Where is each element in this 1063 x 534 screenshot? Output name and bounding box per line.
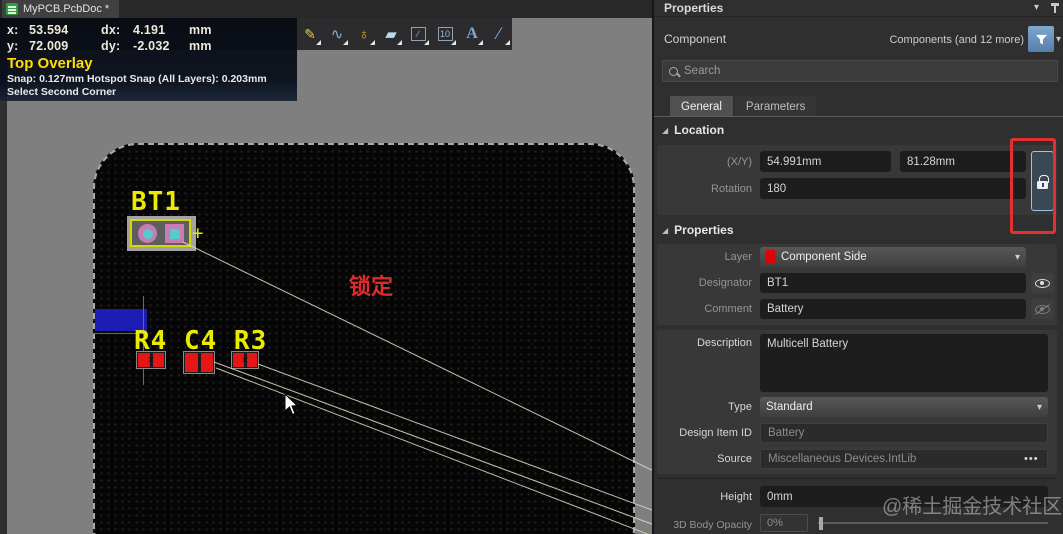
- selection-filter-button[interactable]: [1028, 26, 1054, 52]
- location-y-field[interactable]: 81.28mm: [900, 151, 1026, 172]
- design-item-id-label: Design Item ID: [679, 427, 752, 439]
- hud-active-layer: Top Overlay: [7, 55, 93, 72]
- designator-field[interactable]: BT1: [760, 273, 1026, 293]
- pcb-canvas[interactable]: BT1 + R4 C4 R3 ✕ ✕ 锁定 ✎ ∿ ♁ ▰ ∕ 10 A ∕ x…: [0, 18, 652, 534]
- document-tab-title: MyPCB.PcbDoc *: [23, 3, 110, 15]
- chevron-down-icon: ▾: [1014, 251, 1020, 263]
- panel-pin-icon[interactable]: [1051, 3, 1059, 13]
- type-label: Type: [728, 401, 752, 413]
- comment-visibility-button[interactable]: [1031, 299, 1054, 319]
- designator-visibility-button[interactable]: [1031, 273, 1054, 293]
- hud-dy-value: -2.032: [133, 39, 170, 53]
- properties-section-title: Properties: [674, 223, 734, 237]
- document-tab[interactable]: MyPCB.PcbDoc *: [2, 0, 120, 18]
- pcb-document-icon: [6, 3, 18, 15]
- collapse-triangle-icon: ◢: [662, 225, 669, 235]
- location-section-header[interactable]: ◢ Location: [662, 123, 724, 137]
- eye-off-icon: [1035, 304, 1050, 314]
- comment-field[interactable]: Battery: [760, 299, 1026, 319]
- funnel-icon: [1035, 34, 1047, 45]
- mouse-cursor: [284, 394, 299, 416]
- properties-panel: Properties ▾ Component Components (and 1…: [652, 0, 1063, 534]
- panel-title: Properties: [664, 1, 724, 15]
- panel-menu-caret-icon[interactable]: ▾: [1034, 2, 1039, 13]
- heads-up-display: x: 53.594 dx: 4.191 mm y: 72.009 dy: -2.…: [0, 18, 297, 101]
- source-field: Miscellaneous Devices.IntLib: [760, 449, 1048, 469]
- hud-dy-label: dy:: [101, 39, 121, 53]
- filter-dropdown-caret-icon[interactable]: ▾: [1056, 34, 1061, 45]
- type-dropdown[interactable]: Standard ▾: [760, 397, 1048, 417]
- opacity-slider-thumb[interactable]: [819, 517, 823, 530]
- search-icon: [669, 66, 678, 76]
- hud-y-value: 72.009: [29, 39, 69, 53]
- tab-parameters[interactable]: Parameters: [734, 96, 817, 117]
- description-label: Description: [696, 337, 752, 349]
- hud-x-label: x:: [7, 23, 19, 37]
- design-item-id-field: Battery: [760, 423, 1048, 443]
- chevron-down-icon: ▾: [1036, 401, 1042, 413]
- search-box[interactable]: [662, 60, 1058, 82]
- height-label: Height: [720, 491, 752, 503]
- lock-icon: [1037, 174, 1049, 189]
- divider: [657, 478, 1057, 479]
- layer-dropdown[interactable]: Component Side ▾: [760, 247, 1026, 267]
- layer-color-swatch: [766, 250, 775, 264]
- panel-tabs: General Parameters: [670, 96, 817, 117]
- hud-y-label: y:: [7, 39, 19, 53]
- hud-dx-value: 4.191: [133, 23, 166, 37]
- layer-label: Layer: [724, 251, 752, 263]
- hud-status-prompt: Select Second Corner: [7, 86, 117, 98]
- properties-section-header[interactable]: ◢ Properties: [662, 223, 734, 237]
- document-tab-bar: MyPCB.PcbDoc *: [0, 0, 652, 18]
- hud-dx-label: dx:: [101, 23, 121, 37]
- selection-filter-scope: Components (and 12 more): [889, 34, 1024, 46]
- hud-x-value: 53.594: [29, 23, 69, 37]
- selected-object-type: Component: [664, 32, 727, 46]
- 3d-body-opacity-field[interactable]: 0%: [760, 514, 808, 532]
- height-field[interactable]: 0mm: [760, 486, 1048, 507]
- layer-value: Component Side: [781, 251, 867, 263]
- tab-general[interactable]: General: [670, 96, 733, 117]
- 3d-body-opacity-label: 3D Body Opacity: [673, 519, 752, 531]
- divider: [654, 16, 1063, 17]
- location-x-field[interactable]: 54.991mm: [760, 151, 891, 172]
- hud-y-unit: mm: [189, 39, 212, 53]
- eye-icon: [1035, 278, 1050, 288]
- location-section-title: Location: [674, 123, 725, 137]
- description-field[interactable]: Multicell Battery: [760, 334, 1048, 392]
- designator-label: Designator: [698, 277, 752, 289]
- divider: [654, 116, 1063, 117]
- source-browse-button[interactable]: •••: [1024, 453, 1039, 465]
- opacity-slider-track[interactable]: [818, 522, 1048, 524]
- type-value: Standard: [766, 401, 813, 413]
- pcb-editor-window: MyPCB.PcbDoc * BT1 + R4 C4 R3 ✕ ✕ 锁定 ✎ ∿…: [0, 0, 1063, 534]
- comment-label: Comment: [704, 303, 752, 315]
- hud-snap-info: Snap: 0.127mm Hotspot Snap (All Layers):…: [7, 73, 267, 85]
- hud-x-unit: mm: [189, 23, 212, 37]
- search-input[interactable]: [684, 65, 1051, 77]
- source-label: Source: [717, 453, 752, 465]
- location-lock-button[interactable]: [1031, 151, 1054, 211]
- collapse-triangle-icon: ◢: [662, 125, 669, 135]
- rotation-field[interactable]: 180: [760, 178, 1026, 199]
- rotation-label: Rotation: [711, 183, 752, 195]
- xy-label: (X/Y): [726, 156, 752, 168]
